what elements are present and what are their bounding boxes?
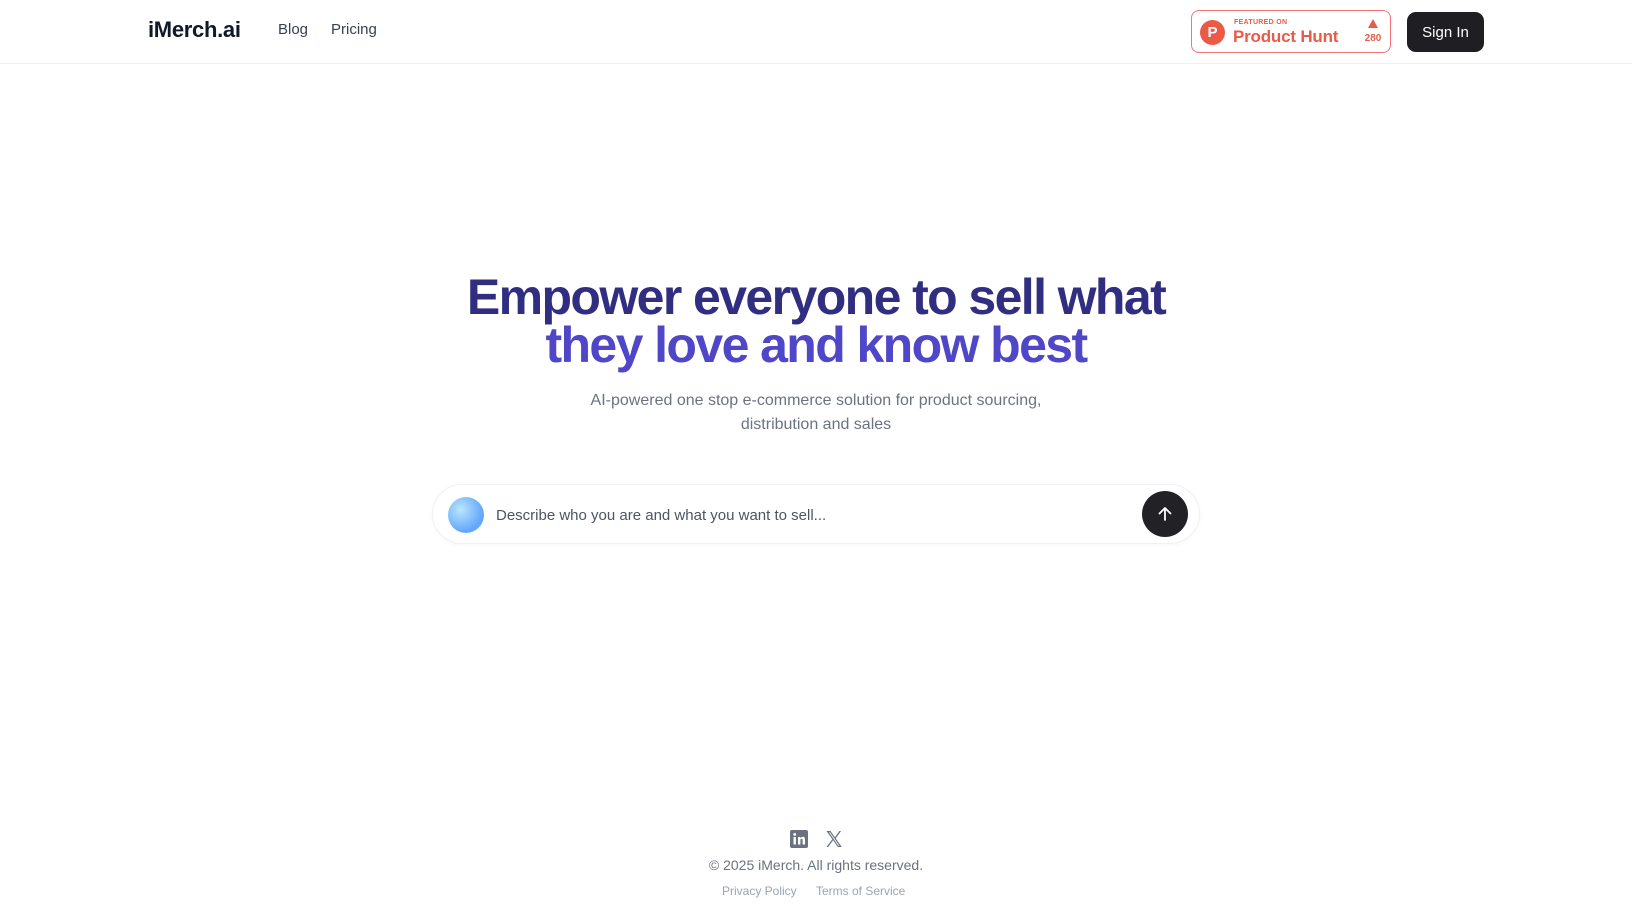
- product-hunt-badge[interactable]: P FEATURED ON Product Hunt 280: [1191, 10, 1391, 53]
- x-twitter-icon[interactable]: [824, 829, 844, 849]
- hero-subtitle: AI-powered one stop e-commerce solution …: [590, 392, 1042, 433]
- hero-title-line1: Empower everyone to sell what: [466, 269, 1167, 325]
- hero-title: Empower everyone to sell what they love …: [0, 269, 1632, 373]
- product-hunt-featured-label: FEATURED ON: [1234, 19, 1288, 26]
- logo[interactable]: iMerch.ai: [148, 17, 241, 43]
- prompt-input[interactable]: [496, 503, 1116, 527]
- product-hunt-name: Product Hunt: [1233, 27, 1339, 46]
- assistant-orb-icon: [448, 497, 484, 533]
- prompt-box: [432, 484, 1200, 544]
- sign-in-button[interactable]: Sign In: [1407, 12, 1484, 52]
- send-button[interactable]: [1142, 491, 1188, 537]
- linkedin-icon[interactable]: [789, 829, 809, 849]
- product-hunt-icon: P: [1200, 20, 1225, 45]
- arrow-up-icon: [1158, 507, 1172, 521]
- upvote-count: 280: [1364, 33, 1382, 44]
- nav-pricing-link[interactable]: Pricing: [331, 21, 377, 38]
- nav-blog-link[interactable]: Blog: [278, 21, 308, 38]
- top-header: iMerch.ai Blog Pricing P FEATURED ON Pro…: [0, 0, 1632, 64]
- upvote-arrow-icon: [1368, 19, 1378, 28]
- privacy-policy-link[interactable]: Privacy Policy: [722, 884, 797, 898]
- terms-of-service-link[interactable]: Terms of Service: [816, 884, 905, 898]
- copyright-text: © 2025 iMerch. All rights reserved.: [708, 857, 924, 873]
- hero-title-line2: they love and know best: [545, 317, 1088, 373]
